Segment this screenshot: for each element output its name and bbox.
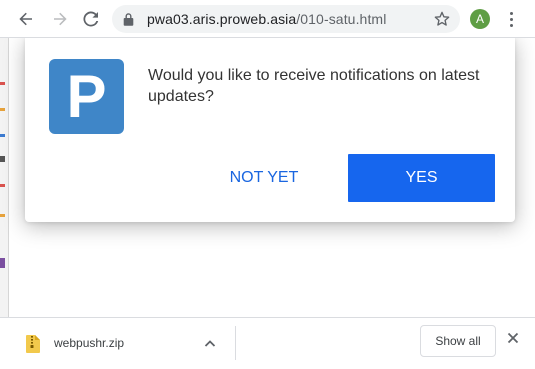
reload-button[interactable] bbox=[79, 7, 103, 31]
background-page-edge bbox=[0, 38, 9, 317]
logo-letter: P bbox=[66, 63, 107, 130]
forward-arrow-icon bbox=[54, 12, 67, 26]
chevron-up-icon[interactable] bbox=[204, 338, 216, 350]
address-bar[interactable]: pwa03.aris.proweb.asia/010-satu.html bbox=[112, 5, 460, 33]
url-text: pwa03.aris.proweb.asia/010-satu.html bbox=[147, 11, 386, 27]
back-arrow-icon bbox=[19, 12, 32, 26]
url-host: pwa03.aris.proweb.asia bbox=[147, 11, 297, 27]
downloads-shelf: webpushr.zip Show all bbox=[0, 317, 535, 369]
show-all-button[interactable]: Show all bbox=[420, 325, 496, 357]
forward-button[interactable] bbox=[48, 7, 72, 31]
zip-file-icon bbox=[26, 335, 40, 353]
back-button[interactable] bbox=[14, 7, 38, 31]
profile-avatar[interactable]: A bbox=[470, 9, 490, 29]
page-viewport: P Would you like to receive notification… bbox=[0, 38, 535, 317]
prompt-message: Would you like to receive notifications … bbox=[148, 67, 480, 105]
close-icon[interactable] bbox=[507, 332, 519, 344]
star-icon[interactable] bbox=[434, 11, 450, 27]
proweb-logo: P bbox=[49, 59, 124, 134]
reload-icon bbox=[83, 11, 99, 27]
yes-button[interactable]: YES bbox=[348, 154, 495, 202]
not-yet-button[interactable]: NOT YET bbox=[210, 154, 318, 202]
download-file-name: webpushr.zip bbox=[54, 336, 125, 350]
download-item[interactable]: webpushr.zip bbox=[20, 326, 230, 362]
notification-prompt: P Would you like to receive notification… bbox=[25, 38, 515, 222]
url-path: /010-satu.html bbox=[296, 11, 387, 27]
browser-toolbar: pwa03.aris.proweb.asia/010-satu.html A bbox=[0, 0, 535, 38]
shelf-divider bbox=[235, 326, 236, 360]
lock-icon bbox=[123, 13, 134, 26]
kebab-menu-icon[interactable] bbox=[502, 9, 522, 29]
